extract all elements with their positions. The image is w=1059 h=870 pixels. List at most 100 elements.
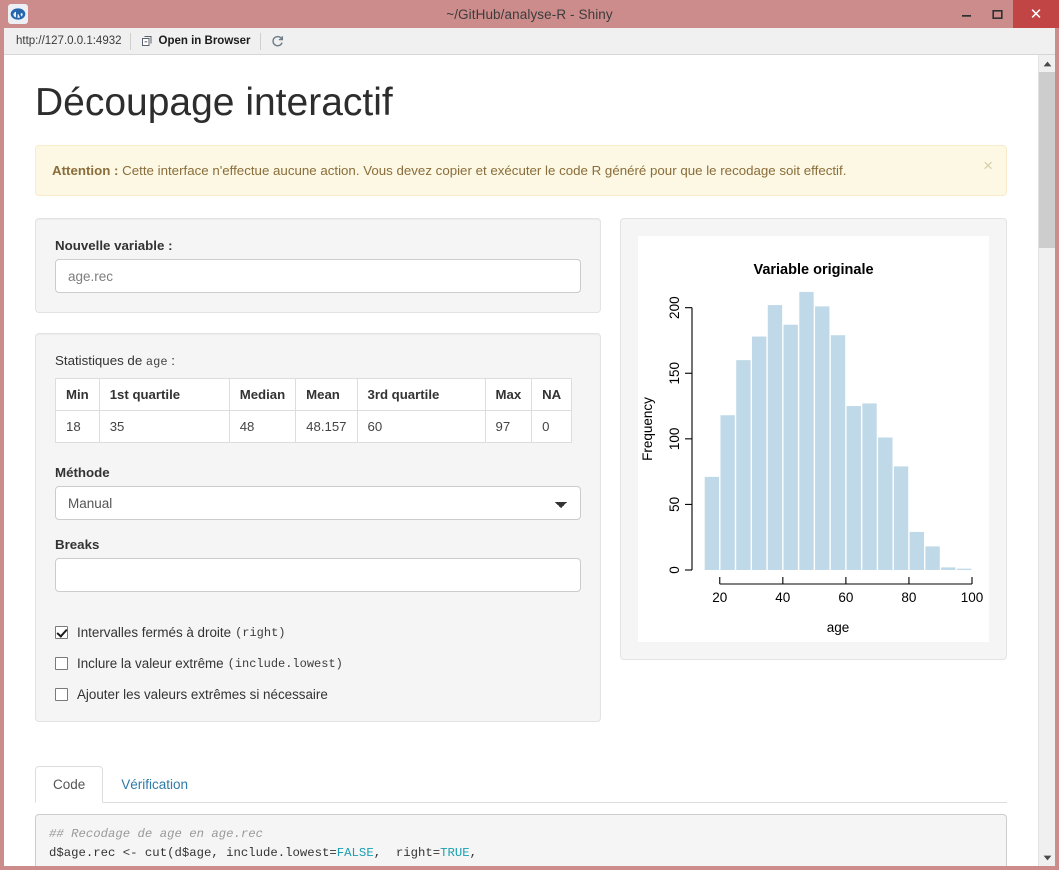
right-column: Variable originale 0 50 100 150 200 Frequency… <box>601 218 1007 661</box>
svg-text:150: 150 <box>667 362 682 385</box>
plot-title: Variable originale <box>753 262 874 279</box>
tab-verification[interactable]: Vérification <box>103 766 206 803</box>
svg-text:age: age <box>827 620 850 635</box>
checkbox-row-include-lowest[interactable]: Inclure la valeur extrême (include.lowes… <box>55 656 581 671</box>
page-content: Découpage interactif Attention : Cette i… <box>4 55 1038 866</box>
application-window: ~/GitHub/analyse-R - Shiny ✕ http://127.… <box>0 0 1059 870</box>
histogram-bar <box>941 567 956 571</box>
alert-close-icon[interactable]: × <box>983 157 993 174</box>
checkbox-include-lowest-label: Inclure la valeur extrême <box>77 656 224 672</box>
cell-median: 48 <box>228 410 297 444</box>
code-line2-c: , <box>469 845 478 860</box>
column-header-max: Max <box>484 378 533 412</box>
code-line3-b: ) <box>248 865 255 866</box>
histogram-bar <box>720 415 735 571</box>
new-variable-label: Nouvelle variable : <box>55 238 173 254</box>
scrollbar-thumb[interactable] <box>1039 72 1055 248</box>
cell-min: 18 <box>55 410 100 444</box>
checkbox-right-code: (right) <box>235 625 286 640</box>
minimize-button[interactable] <box>951 0 982 28</box>
open-in-browser-label: Open in Browser <box>158 35 251 47</box>
code-comment: ## Recodage de age en age.rec <box>49 827 264 842</box>
main-columns: Nouvelle variable : Statistiques de age … <box>35 218 1007 742</box>
scrollbar-track[interactable] <box>1039 248 1055 849</box>
code-const-true: TRUE <box>440 845 470 860</box>
method-label: Méthode <box>55 465 110 481</box>
svg-text:Frequency: Frequency <box>640 397 655 461</box>
checkbox-right[interactable] <box>55 626 68 640</box>
cell-q3: 60 <box>356 410 486 444</box>
svg-text:100: 100 <box>961 590 984 605</box>
histogram-bar <box>736 360 751 571</box>
r-logo-icon <box>8 4 28 24</box>
checkbox-include-lowest-code: (include.lowest) <box>227 656 343 671</box>
plot-panel: Variable originale 0 50 100 150 200 Frequency… <box>620 218 1007 661</box>
histogram-bar <box>909 532 925 571</box>
table-header-row: Min 1st quartile Median Mean 3rd quartil… <box>55 378 573 412</box>
histogram-bar <box>830 335 846 571</box>
statistics-caption-prefix: Statistiques de <box>55 353 146 369</box>
tab-code[interactable]: Code <box>35 766 104 804</box>
histogram-bar <box>799 292 814 571</box>
svg-text:100: 100 <box>667 428 682 451</box>
alert-strong-label: Attention : <box>52 163 119 178</box>
code-tabs-section: Code Vérification ## Recodage de age en … <box>35 766 1007 866</box>
generated-code-block: ## Recodage de age en age.rec d$age.rec … <box>35 814 1007 866</box>
code-const-false: FALSE <box>336 845 374 860</box>
svg-text:40: 40 <box>775 590 790 605</box>
cell-q1: 35 <box>98 410 230 444</box>
scroll-down-icon[interactable] <box>1039 849 1055 866</box>
svg-text:20: 20 <box>712 590 727 605</box>
cell-mean: 48.157 <box>295 410 358 444</box>
browser-toolbar: http://127.0.0.1:4932 Open in Browser <box>4 28 1055 55</box>
checkbox-right-label: Intervalles fermés à droite <box>77 625 232 641</box>
cell-na: 0 <box>531 410 573 444</box>
code-line2-b: , right= <box>373 845 441 860</box>
statistics-caption-suffix: : <box>167 353 175 369</box>
svg-text:50: 50 <box>667 497 682 512</box>
close-button[interactable]: ✕ <box>1013 0 1059 28</box>
settings-panel: Statistiques de age : Min 1st quartile M… <box>35 333 601 723</box>
column-header-min: Min <box>55 378 100 412</box>
column-header-q1: 1st quartile <box>98 378 230 412</box>
warning-alert: Attention : Cette interface n'effectue a… <box>35 145 1007 197</box>
histogram-bar <box>846 406 861 571</box>
column-header-mean: Mean <box>295 378 358 412</box>
histogram-bar <box>783 324 798 571</box>
new-variable-input[interactable] <box>55 259 581 294</box>
histogram-bar <box>878 437 893 571</box>
histogram-bar <box>815 306 830 571</box>
tab-strip: Code Vérification <box>35 766 1007 804</box>
checkbox-row-add-extremes[interactable]: Ajouter les valeurs extrêmes si nécessai… <box>55 687 581 702</box>
url-label: http://127.0.0.1:4932 <box>16 35 122 47</box>
histogram-bar <box>925 546 940 571</box>
scroll-up-icon[interactable] <box>1039 55 1055 72</box>
method-select[interactable]: Manual <box>55 486 581 521</box>
refresh-button[interactable] <box>261 30 294 53</box>
breaks-input[interactable] <box>55 558 581 593</box>
statistics-variable-name: age <box>145 355 168 370</box>
checkbox-add-extremes-label: Ajouter les valeurs extrêmes si nécessai… <box>77 687 328 703</box>
page-scrollbar[interactable] <box>1038 55 1055 866</box>
maximize-button[interactable] <box>982 0 1013 28</box>
browser-viewport: Découpage interactif Attention : Cette i… <box>4 55 1055 866</box>
window-controls: ✕ <box>951 0 1059 28</box>
window-titlebar: ~/GitHub/analyse-R - Shiny ✕ <box>0 0 1059 28</box>
checkbox-add-extremes[interactable] <box>55 688 68 702</box>
new-variable-panel: Nouvelle variable : <box>35 218 601 314</box>
svg-text:80: 80 <box>901 590 916 605</box>
open-in-browser-button[interactable]: Open in Browser <box>131 30 260 53</box>
checkbox-row-right[interactable]: Intervalles fermés à droite (right) <box>55 625 581 640</box>
alert-message: Cette interface n'effectue aucune action… <box>118 163 847 178</box>
histogram-bar <box>767 305 783 571</box>
histogram-bar <box>862 403 877 571</box>
column-header-median: Median <box>228 378 297 412</box>
column-header-na: NA <box>531 378 573 412</box>
checkbox-include-lowest[interactable] <box>55 657 68 671</box>
histogram-bar <box>704 477 720 571</box>
refresh-icon <box>270 34 285 49</box>
breaks-label: Breaks <box>55 537 100 553</box>
histogram-bar <box>893 466 909 571</box>
code-line3-a: breaks= <box>49 865 219 866</box>
svg-text:0: 0 <box>667 567 682 575</box>
